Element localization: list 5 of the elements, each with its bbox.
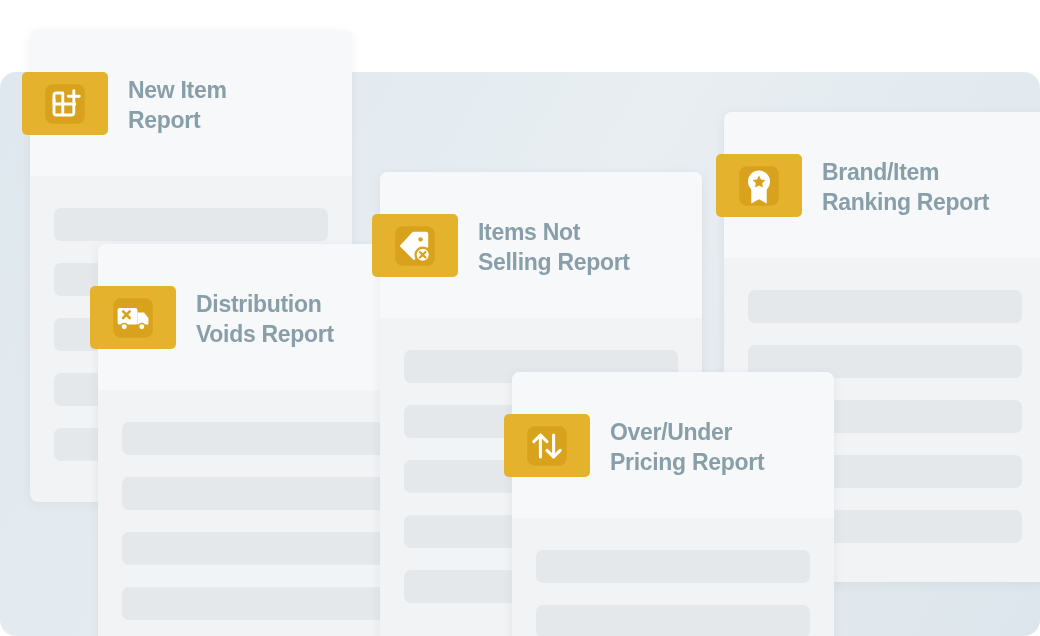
report-title: Items Not Selling Report [478,218,630,277]
report-title: Brand/Item Ranking Report [822,158,990,217]
report-title: Over/Under Pricing Report [610,418,765,477]
report-title: New Item Report [128,76,227,135]
report-title: Distribution Voids Report [196,290,334,349]
